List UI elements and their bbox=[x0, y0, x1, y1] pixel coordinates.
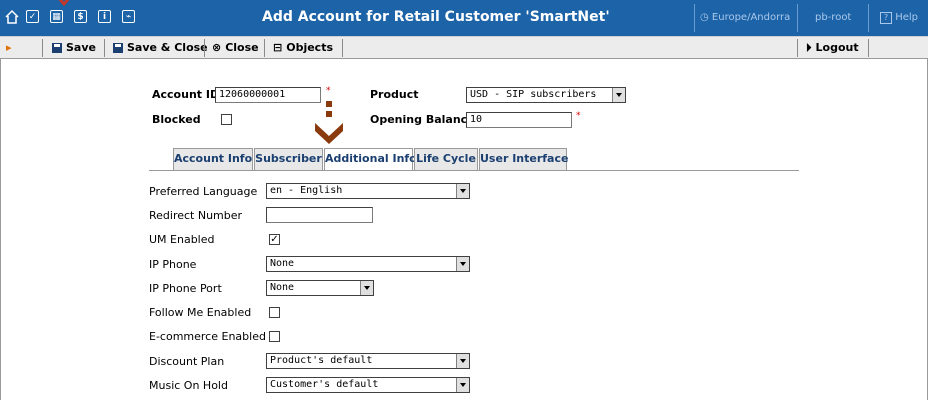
ip-phone-port-value: None bbox=[270, 282, 295, 293]
close-button[interactable]: ⊗ Close bbox=[212, 37, 259, 59]
account-id-input[interactable]: 12060000001 bbox=[215, 87, 321, 103]
info-icon[interactable]: i bbox=[98, 10, 111, 23]
toolbar: ▸ Save Save & Close ⊗ Close ⊟ Objects ⏵ Log… bbox=[0, 36, 928, 59]
floppy-icon bbox=[113, 43, 123, 53]
toolbar-divider bbox=[42, 39, 43, 57]
toolbar-divider bbox=[204, 39, 205, 57]
product-value: USD - SIP subscribers bbox=[470, 89, 597, 100]
main-panel: Account ID 12060000001 * Product USD - S… bbox=[0, 59, 928, 400]
redirect-number-input[interactable] bbox=[266, 207, 373, 223]
toolbar-divider bbox=[264, 39, 265, 57]
tab-additional-info[interactable]: Additional Info bbox=[324, 148, 417, 171]
dollar-icon[interactable]: $ bbox=[74, 10, 87, 23]
product-select[interactable]: USD - SIP subscribers bbox=[466, 87, 626, 103]
toolbar-divider bbox=[868, 39, 869, 57]
ip-phone-port-label: IP Phone Port bbox=[149, 282, 222, 295]
grid-icon[interactable]: ▦ bbox=[50, 10, 63, 23]
help-icon: ? bbox=[880, 12, 892, 24]
tab-life-cycle[interactable]: Life Cycle bbox=[414, 148, 478, 170]
discount-plan-label: Discount Plan bbox=[149, 355, 225, 368]
tab-subscriber[interactable]: Subscriber bbox=[254, 148, 323, 170]
pointer-mark-icon bbox=[58, 0, 70, 6]
um-enabled-label: UM Enabled bbox=[149, 233, 215, 246]
play-icon[interactable]: ▸ bbox=[6, 37, 12, 59]
help-link[interactable]: ? Help bbox=[880, 0, 918, 36]
chevron-down-icon bbox=[456, 184, 469, 198]
preferred-language-value: en - English bbox=[270, 185, 343, 196]
required-mark: * bbox=[326, 86, 331, 96]
home-icon[interactable] bbox=[4, 9, 20, 25]
save-label: Save bbox=[66, 41, 96, 54]
music-on-hold-label: Music On Hold bbox=[149, 379, 228, 392]
discount-plan-select[interactable]: Product's default bbox=[266, 353, 470, 369]
preferred-language-select[interactable]: en - English bbox=[266, 183, 470, 199]
save-close-label: Save & Close bbox=[127, 41, 208, 54]
down-arrow-indicator-icon bbox=[315, 101, 343, 144]
tab-user-interface[interactable]: User Interface bbox=[479, 148, 568, 170]
redirect-number-label: Redirect Number bbox=[149, 209, 243, 222]
divider bbox=[694, 4, 695, 32]
chevron-down-icon bbox=[456, 257, 469, 271]
save-close-button[interactable]: Save & Close bbox=[113, 37, 208, 59]
blocked-label: Blocked bbox=[152, 113, 201, 126]
timezone-link[interactable]: ◷ Europe/Andorra bbox=[700, 0, 790, 36]
logout-button[interactable]: ⏵ Logout bbox=[806, 37, 859, 59]
save-button[interactable]: Save bbox=[52, 37, 96, 59]
objects-label: Objects bbox=[286, 41, 334, 54]
close-label: Close bbox=[225, 41, 259, 54]
tab-baseline bbox=[149, 170, 799, 171]
toolbar-divider bbox=[342, 39, 343, 57]
required-mark: * bbox=[576, 111, 581, 121]
toolbar-divider bbox=[104, 39, 105, 57]
logout-icon: ⏵ bbox=[806, 41, 812, 54]
opening-balance-label: Opening Balance bbox=[370, 113, 475, 126]
chart-icon[interactable]: ⌁ bbox=[122, 10, 135, 23]
discount-plan-value: Product's default bbox=[270, 355, 373, 366]
checkbox-icon[interactable]: ✓ bbox=[26, 10, 39, 23]
floppy-icon bbox=[52, 43, 62, 53]
ecommerce-label: E-commerce Enabled bbox=[149, 330, 266, 343]
music-on-hold-value: Customer's default bbox=[270, 379, 379, 390]
divider bbox=[868, 4, 869, 32]
chevron-down-icon bbox=[456, 378, 469, 392]
account-id-label: Account ID bbox=[152, 88, 220, 101]
ip-phone-port-select[interactable]: None bbox=[266, 280, 374, 296]
chevron-down-icon bbox=[456, 354, 469, 368]
follow-me-checkbox[interactable] bbox=[269, 307, 280, 318]
preferred-language-label: Preferred Language bbox=[149, 185, 258, 198]
objects-button[interactable]: ⊟ Objects bbox=[273, 37, 333, 59]
divider bbox=[797, 4, 798, 32]
toolbar-divider bbox=[797, 39, 798, 57]
ip-phone-label: IP Phone bbox=[149, 258, 197, 271]
help-label: Help bbox=[895, 12, 918, 23]
user-link[interactable]: pb-root bbox=[815, 0, 851, 36]
close-icon: ⊗ bbox=[212, 41, 222, 54]
page-title: Add Account for Retail Customer 'SmartNe… bbox=[262, 9, 610, 25]
um-enabled-checkbox[interactable]: ✓ bbox=[269, 234, 280, 245]
logout-label: Logout bbox=[815, 41, 859, 54]
tab-account-info[interactable]: Account Info bbox=[173, 148, 253, 170]
title-bar: ✓ ▦ $ i ⌁ Add Account for Retail Custome… bbox=[0, 0, 928, 36]
blocked-checkbox[interactable] bbox=[221, 114, 232, 125]
chevron-down-icon bbox=[360, 281, 373, 295]
ip-phone-select[interactable]: None bbox=[266, 256, 470, 272]
objects-icon: ⊟ bbox=[273, 41, 283, 54]
product-label: Product bbox=[370, 88, 419, 101]
ip-phone-value: None bbox=[270, 258, 295, 269]
ecommerce-checkbox[interactable] bbox=[269, 331, 280, 342]
timezone-label: Europe/Andorra bbox=[711, 12, 791, 23]
opening-balance-input[interactable]: 10 bbox=[466, 112, 572, 128]
clock-icon: ◷ bbox=[700, 12, 709, 23]
follow-me-label: Follow Me Enabled bbox=[149, 306, 252, 319]
music-on-hold-select[interactable]: Customer's default bbox=[266, 377, 470, 393]
chevron-down-icon bbox=[612, 88, 625, 102]
